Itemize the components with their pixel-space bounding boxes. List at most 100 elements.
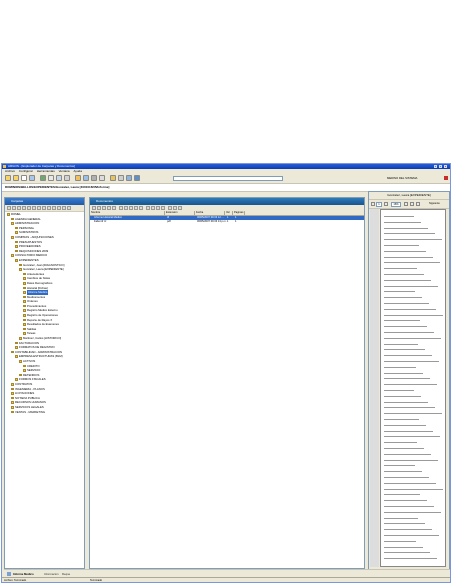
tab-informe-medico[interactable]: Informe Medico <box>13 572 34 576</box>
tree-item-label: VENTAS - MARKETING <box>15 409 46 414</box>
folder-icon[interactable] <box>5 175 11 181</box>
zoom-out-icon[interactable] <box>410 202 414 206</box>
tree-print-icon[interactable] <box>62 206 66 210</box>
document-text-line <box>384 436 440 438</box>
folders-toolbar <box>5 205 84 212</box>
cell-date: 06/05/2007 09:33 13 p.m. <box>197 220 227 223</box>
tree-copy-icon[interactable] <box>27 206 31 210</box>
folder-icon <box>23 318 26 322</box>
exit-icon[interactable] <box>444 176 448 180</box>
folder-icon <box>23 369 26 372</box>
cell-pages: 1 <box>235 220 237 223</box>
doc-versions-icon[interactable] <box>156 206 160 210</box>
document-text-line <box>384 511 441 513</box>
import-icon[interactable] <box>40 175 46 181</box>
folder-icon <box>23 364 26 368</box>
tree-delete-icon[interactable] <box>12 206 16 210</box>
tab-reque[interactable]: Reque <box>62 572 70 576</box>
tab-informacion[interactable]: Informacion <box>44 572 59 576</box>
status-bar: Archivo: Terminado Terminado <box>2 577 450 582</box>
document-text-line <box>384 285 438 287</box>
folder-icon <box>11 254 14 257</box>
close-button[interactable] <box>444 165 447 168</box>
zoom-box[interactable]: 16% <box>391 201 401 207</box>
calendar-icon[interactable] <box>99 175 105 181</box>
minimize-button[interactable] <box>434 165 437 168</box>
tree-refresh-icon[interactable] <box>37 206 41 210</box>
tree-search-icon[interactable] <box>52 206 56 210</box>
doc-import-icon[interactable] <box>124 206 128 210</box>
tree-cut-icon[interactable] <box>22 206 26 210</box>
tree-properties-icon[interactable] <box>42 206 46 210</box>
email-icon[interactable] <box>56 175 62 181</box>
maximize-button[interactable] <box>439 165 442 168</box>
zoom-in-icon[interactable] <box>404 202 408 206</box>
document-text-line <box>384 227 428 229</box>
cell-ver: 1 <box>227 220 229 223</box>
doc-edit-icon[interactable] <box>151 206 155 210</box>
tree-item[interactable]: VENTAS - MARKETING <box>5 410 84 415</box>
properties-icon[interactable] <box>64 175 70 181</box>
folder-icon <box>11 222 14 225</box>
doc-copy-icon[interactable] <box>107 206 111 210</box>
column-pages[interactable]: Paginas <box>233 211 245 215</box>
doc-lock-icon[interactable] <box>173 206 177 210</box>
scan-icon[interactable] <box>29 175 35 181</box>
document-text-line <box>384 529 432 531</box>
document-text-line <box>384 465 415 467</box>
search-folder-icon[interactable] <box>75 175 81 181</box>
document-text-line <box>384 494 420 496</box>
document-text-line <box>384 390 414 391</box>
tree-security-icon[interactable] <box>47 206 51 210</box>
column-name[interactable]: Nombre <box>90 211 165 215</box>
doc-properties-icon[interactable] <box>161 206 165 210</box>
tree-export-icon[interactable] <box>57 206 61 210</box>
print-icon[interactable] <box>48 175 54 181</box>
document-text-line <box>384 268 417 270</box>
column-extension[interactable]: Extension <box>165 211 195 215</box>
tree-paste-icon[interactable] <box>32 206 36 210</box>
doc-scan-icon[interactable] <box>119 206 123 210</box>
tree-rename-icon[interactable] <box>17 206 21 210</box>
workflow-icon[interactable] <box>110 175 116 181</box>
document-text-line <box>384 355 432 357</box>
folder-icon <box>11 392 14 395</box>
document-text-line <box>384 558 437 560</box>
users-icon[interactable] <box>83 175 89 181</box>
column-date[interactable]: Fecha <box>195 211 225 215</box>
document-text-line <box>384 361 439 362</box>
page-thumbnails[interactable] <box>370 209 379 567</box>
doc-print-icon[interactable] <box>139 206 143 210</box>
new-document-icon[interactable] <box>21 175 27 181</box>
next-button[interactable]: Siguiente <box>429 202 440 205</box>
document-text-line <box>384 366 416 368</box>
folder-icon <box>23 327 26 331</box>
rotate-icon[interactable] <box>416 202 420 206</box>
table-row[interactable]: Falter.tif rrr pdf 06/05/2007 09:33 13 p.m… <box>90 220 364 224</box>
open-folder-icon[interactable] <box>13 175 19 181</box>
document-text-line <box>384 308 436 310</box>
doc-view-icon[interactable] <box>146 206 150 210</box>
next-page-icon[interactable] <box>384 202 388 206</box>
tree-new-folder-icon[interactable] <box>7 206 11 210</box>
column-version[interactable]: Ver <box>225 211 233 215</box>
prev-page-icon[interactable] <box>371 202 375 206</box>
doc-cut-icon[interactable] <box>102 206 106 210</box>
main-toolbar: MEDINO DEL SISTEMA <box>2 173 450 184</box>
document-preview[interactable] <box>380 209 446 567</box>
doc-export-icon[interactable] <box>129 206 133 210</box>
doc-search-icon[interactable] <box>168 206 172 210</box>
doc-new-icon[interactable] <box>92 206 96 210</box>
doc-email-icon[interactable] <box>134 206 138 210</box>
doc-delete-icon[interactable] <box>97 206 101 210</box>
tree-help-icon[interactable] <box>67 206 71 210</box>
help-icon[interactable] <box>134 175 140 181</box>
search-input[interactable] <box>173 176 283 181</box>
settings-icon[interactable] <box>91 175 97 181</box>
page-number-box[interactable]: 1 <box>376 201 382 207</box>
doc-paste-icon[interactable] <box>112 206 116 210</box>
network-icon[interactable] <box>126 175 132 181</box>
document-text-line <box>384 262 440 264</box>
doc-help-icon[interactable] <box>178 206 182 210</box>
history-icon[interactable] <box>118 175 124 181</box>
